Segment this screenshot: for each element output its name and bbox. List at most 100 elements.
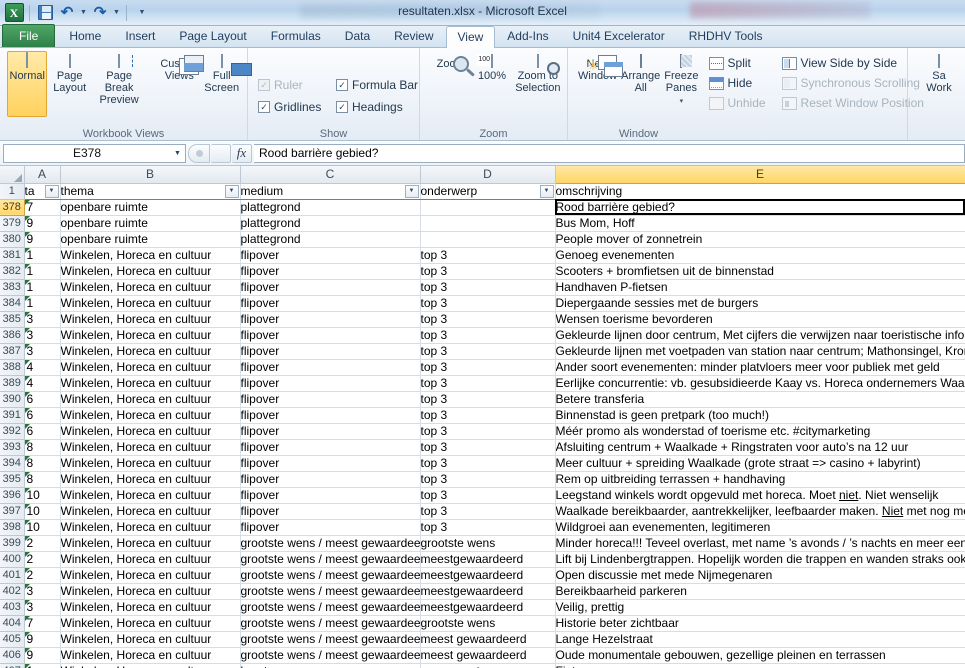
zoom-to-selection-button[interactable]: Zoom to Selection [514, 51, 562, 117]
tab-data[interactable]: Data [333, 25, 382, 47]
cell-b-390[interactable]: Winkelen, Horeca en cultuur [60, 391, 241, 408]
cell-b-403[interactable]: Winkelen, Horeca en cultuur [60, 599, 241, 616]
cell-e-395[interactable]: Rem op uitbreiding terrassen + handhavin… [555, 471, 965, 488]
row-header-402[interactable]: 402 [0, 583, 25, 600]
cell-d-389[interactable]: top 3 [420, 375, 556, 392]
cell-b-391[interactable]: Winkelen, Horeca en cultuur [60, 407, 241, 424]
cell-b-397[interactable]: Winkelen, Horeca en cultuur [60, 503, 241, 520]
cell-d-400[interactable]: meestgewaardeerd [420, 551, 556, 568]
cell-b-384[interactable]: Winkelen, Horeca en cultuur [60, 295, 241, 312]
cell-d-406[interactable]: meest gewaardeerd [420, 647, 556, 664]
cell-c-399[interactable]: grootste wens / meest gewaardeerd [240, 535, 421, 552]
cell-e-381[interactable]: Genoeg evenementen [555, 247, 965, 264]
row-header-405[interactable]: 405 [0, 631, 25, 648]
cell-d-398[interactable]: top 3 [420, 519, 556, 536]
cell-d-379[interactable] [420, 215, 556, 232]
cell-c-384[interactable]: flipover [240, 295, 421, 312]
cell-a-397[interactable]: 10 [24, 503, 61, 520]
cell-d-386[interactable]: top 3 [420, 327, 556, 344]
filter-dropdown-b-icon[interactable]: ▼ [224, 184, 239, 198]
full-screen-button[interactable]: Full Screen [202, 51, 242, 117]
header-cell-d[interactable]: onderwerp ▼ [420, 183, 556, 200]
hide-button[interactable]: Hide [704, 73, 771, 93]
cell-b-399[interactable]: Winkelen, Horeca en cultuur [60, 535, 241, 552]
cell-b-394[interactable]: Winkelen, Horeca en cultuur [60, 455, 241, 472]
page-layout-view-button[interactable]: Page Layout [49, 51, 89, 117]
cell-d-394[interactable]: top 3 [420, 455, 556, 472]
cell-d-390[interactable]: top 3 [420, 391, 556, 408]
cell-a-405[interactable]: 9 [24, 631, 61, 648]
filter-dropdown-d-icon[interactable]: ▼ [539, 184, 554, 198]
tab-rhdhv-tools[interactable]: RHDHV Tools [677, 25, 775, 47]
cell-c-387[interactable]: flipover [240, 343, 421, 360]
cell-c-380[interactable]: plattegrond [240, 231, 421, 248]
cell-b-378[interactable]: openbare ruimte [60, 199, 241, 216]
cell-c-395[interactable]: flipover [240, 471, 421, 488]
cell-d-385[interactable]: top 3 [420, 311, 556, 328]
cell-a-407[interactable]: 1 [24, 663, 61, 668]
cell-e-393[interactable]: Afsluiting centrum + Waalkade + Ringstra… [555, 439, 965, 456]
cell-a-379[interactable]: 9 [24, 215, 61, 232]
cell-a-396[interactable]: 10 [24, 487, 61, 504]
cell-c-407[interactable]: kaart [240, 663, 421, 668]
cell-e-404[interactable]: Historie beter zichtbaar [555, 615, 965, 632]
cell-e-397[interactable]: Waalkade bereikbaarder, aantrekkelijker,… [555, 503, 965, 520]
cell-b-379[interactable]: openbare ruimte [60, 215, 241, 232]
formula-bar-checkbox-row[interactable]: ✓ Formula Bar [331, 75, 423, 95]
cell-a-394[interactable]: 8 [24, 455, 61, 472]
cell-a-380[interactable]: 9 [24, 231, 61, 248]
cell-b-381[interactable]: Winkelen, Horeca en cultuur [60, 247, 241, 264]
cell-d-403[interactable]: meestgewaardeerd [420, 599, 556, 616]
ruler-checkbox-row[interactable]: ✓ Ruler [253, 75, 331, 95]
name-box[interactable]: E378 ▼ [3, 143, 186, 163]
cell-a-393[interactable]: 8 [24, 439, 61, 456]
tab-formulas[interactable]: Formulas [259, 25, 333, 47]
freeze-panes-button[interactable]: Freeze Panes ▾ [663, 51, 699, 117]
cell-b-402[interactable]: Winkelen, Horeca en cultuur [60, 583, 241, 600]
cell-d-399[interactable]: grootste wens [420, 535, 556, 552]
cell-d-388[interactable]: top 3 [420, 359, 556, 376]
cell-c-398[interactable]: flipover [240, 519, 421, 536]
cell-b-386[interactable]: Winkelen, Horeca en cultuur [60, 327, 241, 344]
header-cell-c[interactable]: medium ▼ [240, 183, 421, 200]
zoom-100-button[interactable]: 100 100% [472, 51, 511, 117]
cell-d-383[interactable]: top 3 [420, 279, 556, 296]
cell-b-389[interactable]: Winkelen, Horeca en cultuur [60, 375, 241, 392]
cell-e-383[interactable]: Handhaven P-fietsen [555, 279, 965, 296]
filter-dropdown-a-icon[interactable]: ▼ [44, 184, 59, 198]
insert-function-icon[interactable]: fx [232, 143, 252, 163]
column-header-b[interactable]: B [60, 166, 241, 184]
row-header-389[interactable]: 389 [0, 375, 25, 392]
gridlines-checkbox[interactable]: ✓ [258, 101, 270, 113]
cell-a-388[interactable]: 4 [24, 359, 61, 376]
cell-d-391[interactable]: top 3 [420, 407, 556, 424]
cell-a-391[interactable]: 6 [24, 407, 61, 424]
cell-e-400[interactable]: Lift bij Lindenbergtrappen. Hopelijk wor… [555, 551, 965, 568]
filter-dropdown-c-icon[interactable]: ▼ [404, 184, 419, 198]
cell-e-403[interactable]: Veilig, prettig [555, 599, 965, 616]
cell-a-399[interactable]: 2 [24, 535, 61, 552]
header-cell-b[interactable]: thema ▼ [60, 183, 241, 200]
save-workspace-button[interactable]: Sa Work [915, 51, 963, 117]
page-break-preview-button[interactable]: Page Break Preview [92, 51, 146, 117]
cell-c-393[interactable]: flipover [240, 439, 421, 456]
cell-a-398[interactable]: 10 [24, 519, 61, 536]
cell-d-393[interactable]: top 3 [420, 439, 556, 456]
tab-add-ins[interactable]: Add-Ins [495, 25, 560, 47]
cell-e-378[interactable]: Rood barrière gebied? [555, 199, 965, 216]
cell-e-405[interactable]: Lange Hezelstraat [555, 631, 965, 648]
cell-d-382[interactable]: top 3 [420, 263, 556, 280]
formula-input[interactable]: Rood barrière gebied? [254, 143, 965, 163]
cell-e-399[interactable]: Minder horeca!!! Teveel overlast, met na… [555, 535, 965, 552]
cell-e-385[interactable]: Wensen toerisme bevorderen [555, 311, 965, 328]
freeze-panes-chevron-down-icon[interactable]: ▾ [680, 98, 684, 105]
cell-c-388[interactable]: flipover [240, 359, 421, 376]
cell-e-387[interactable]: Gekleurde lijnen met voetpaden van stati… [555, 343, 965, 360]
cell-b-406[interactable]: Winkelen, Horeca en cultuur [60, 647, 241, 664]
cell-d-405[interactable]: meest gewaardeerd [420, 631, 556, 648]
cell-a-403[interactable]: 3 [24, 599, 61, 616]
cell-a-387[interactable]: 3 [24, 343, 61, 360]
normal-view-button[interactable]: Normal [7, 51, 48, 117]
cell-e-390[interactable]: Betere transferia [555, 391, 965, 408]
row-header-378[interactable]: 378 [0, 199, 25, 216]
